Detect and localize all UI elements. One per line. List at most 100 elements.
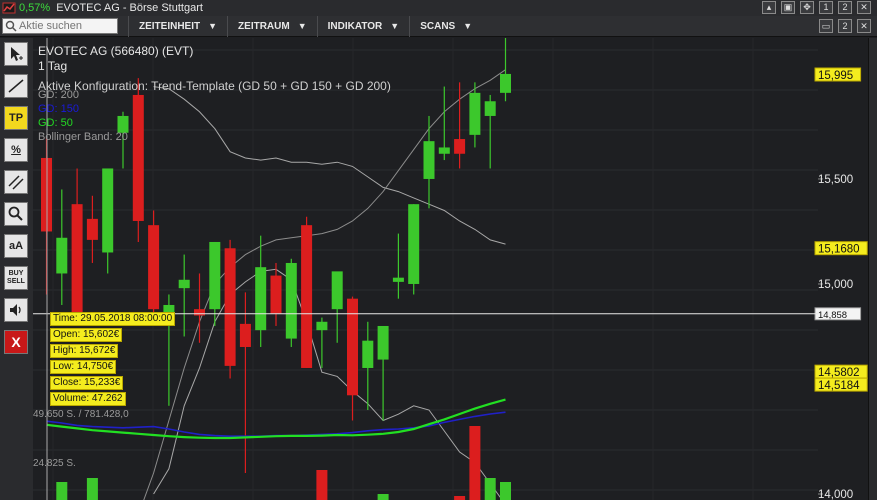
candle-body (239, 323, 251, 347)
price-label: 14,5802 (818, 367, 860, 379)
dropdown-arrow-icon: ▼ (463, 21, 473, 31)
volume-bar (377, 494, 389, 500)
candle-body (86, 218, 98, 240)
tool-label: BUY SELL (7, 270, 25, 285)
tooltip-low: Low: 14,750€ (50, 360, 117, 374)
tooltip-close: Close: 15,233€ (50, 376, 124, 390)
close-tool[interactable]: X (4, 330, 28, 354)
pin-button[interactable]: ▴ (762, 1, 776, 14)
arrow-icon (11, 47, 23, 61)
volume-scale-mid: 24.825 S. (33, 458, 76, 469)
panel-close-button[interactable]: ✕ (857, 19, 871, 33)
panel-count-button[interactable]: 2 (838, 19, 852, 33)
tool-label: TP (8, 112, 24, 124)
tooltip-time: Time: 29.05.2018 08:00:00 (50, 312, 176, 326)
volume-bar (316, 470, 328, 500)
line-icon (8, 79, 24, 93)
menu-label: ZEITEINHEIT (139, 20, 201, 32)
search-icon (5, 20, 17, 32)
volume-bar (86, 478, 98, 500)
dropdown-arrow-icon: ▼ (390, 21, 400, 31)
chart-panel[interactable]: 15,995 15,500 15,1680 15,000 14,858 14,5802 14… (33, 38, 868, 500)
panel-buttons: ▭ 2 ✕ (819, 19, 871, 33)
trend-template-tool[interactable]: TP (4, 106, 28, 130)
menu-label: ZEITRAUM (238, 20, 290, 32)
timeframe-label: 1 Tag (38, 59, 68, 73)
candle-body (102, 168, 114, 253)
legend-gd200: GD: 200 (38, 89, 79, 101)
price-axis-background (818, 38, 868, 500)
sound-tool[interactable] (4, 298, 28, 322)
app-logo-icon (2, 2, 16, 14)
candle-body (71, 204, 83, 322)
candle-body (500, 73, 511, 93)
search-input[interactable] (19, 20, 115, 32)
candle-body (209, 241, 221, 310)
candle-body (454, 139, 466, 154)
candle-body (178, 279, 190, 289)
candle-body (316, 321, 328, 331)
zoom-tool[interactable] (4, 202, 28, 226)
toolbar: ZEITEINHEIT ▼ ZEITRAUM ▼ INDIKATOR ▼ SCANS ▼… (0, 15, 877, 37)
drawing-tools-panel: TP % aA BUY SELL X (0, 38, 33, 500)
price-label: 15,995 (818, 70, 853, 82)
volume-bar (454, 496, 466, 500)
text-tool[interactable]: aA (4, 234, 28, 258)
chart-scrollbar[interactable] (868, 38, 877, 500)
volume-bar (500, 482, 511, 500)
price-label: 15,500 (818, 174, 853, 186)
menu-zeiteinheit[interactable]: ZEITEINHEIT ▼ (128, 15, 227, 37)
tooltip-open: Open: 15,602€ (50, 328, 123, 342)
window-title: EVOTEC AG - Börse Stuttgart (56, 2, 203, 14)
tool-label: aA (8, 240, 24, 252)
candle-body (423, 141, 435, 179)
candle-body (377, 325, 389, 360)
instrument-title: EVOTEC AG (566480) (EVT) (38, 44, 194, 58)
candle-body (285, 262, 297, 339)
volume-scale-top: 49.650 S. / 781.428,0 (33, 409, 129, 420)
tool-label: % (11, 144, 21, 156)
menu-scans[interactable]: SCANS ▼ (409, 15, 482, 37)
ohlc-tooltip: Time: 29.05.2018 08:00:00 Open: 15,602€ … (50, 312, 176, 408)
volume-bar (56, 482, 68, 500)
layout-1-button[interactable]: 1 (819, 1, 833, 14)
candle-body (56, 237, 68, 274)
panel-maximize-button[interactable]: ▭ (819, 19, 833, 33)
candle-body (132, 94, 144, 221)
candle-body (484, 101, 496, 116)
window-buttons: ▴ ▣ ✥ 1 2 ✕ (762, 1, 871, 14)
candle-body (301, 225, 313, 368)
cursor-tool[interactable] (4, 42, 28, 66)
parallel-lines-tool[interactable] (4, 170, 28, 194)
speaker-icon (10, 304, 21, 316)
active-configuration: Aktive Konfiguration: Trend-Template (GD… (38, 79, 391, 93)
candle-body (347, 298, 358, 396)
restore-button[interactable]: ▣ (781, 1, 795, 14)
candle-body (438, 147, 450, 154)
search-box[interactable] (2, 18, 118, 34)
candle-body (331, 271, 343, 310)
menu-label: INDIKATOR (327, 20, 383, 32)
tool-label: X (11, 334, 21, 350)
price-label: 14,858 (818, 310, 847, 321)
tooltip-volume: Volume: 47.262 (50, 392, 126, 406)
close-window-button[interactable]: ✕ (857, 1, 871, 14)
menu-zeitraum[interactable]: ZEITRAUM ▼ (227, 15, 317, 37)
candle-body (148, 225, 160, 310)
volume-bar (484, 478, 496, 500)
legend-gd150: GD: 150 (38, 103, 79, 115)
move-button[interactable]: ✥ (800, 1, 814, 14)
candle-body (194, 309, 205, 316)
layout-2-button[interactable]: 2 (838, 1, 852, 14)
legend-gd50: GD: 50 (38, 117, 73, 129)
price-label: 14,5184 (818, 380, 860, 392)
candle-body (270, 275, 282, 314)
price-chart[interactable]: 15,99515,50015,168015,00014,85814,580214… (33, 38, 868, 500)
percent-tool[interactable]: % (4, 138, 28, 162)
price-label: 15,1680 (818, 244, 860, 256)
buy-sell-tool[interactable]: BUY SELL (4, 266, 28, 290)
line-tool[interactable] (4, 74, 28, 98)
candle-body (469, 92, 481, 135)
menu-label: SCANS (420, 20, 456, 32)
menu-indikator[interactable]: INDIKATOR ▼ (316, 15, 410, 37)
